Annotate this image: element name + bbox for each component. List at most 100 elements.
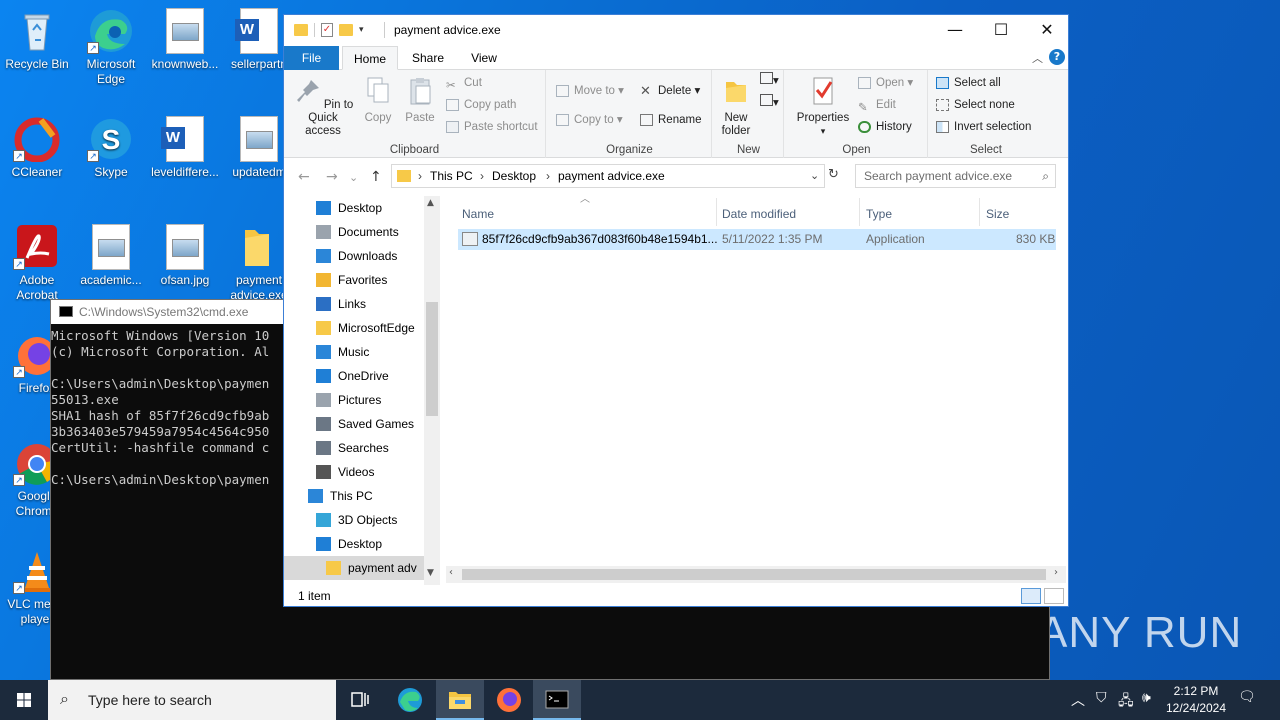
nav-item[interactable]: Favorites (284, 268, 424, 292)
new-folder-quick-icon[interactable] (339, 24, 353, 36)
copy-to-button[interactable]: Copy to ▾ (556, 111, 623, 129)
properties-button[interactable]: Properties ▾ (794, 76, 852, 138)
breadcrumb-payment-advice[interactable]: payment advice.exe (558, 165, 665, 187)
nav-item[interactable]: Links (284, 292, 424, 316)
nav-item[interactable]: Saved Games (284, 412, 424, 436)
details-view-icon[interactable] (1021, 588, 1041, 604)
properties-quick-icon[interactable]: ✓ (321, 23, 333, 37)
copy-path-button[interactable]: Copy path (446, 96, 516, 114)
taskbar-file-explorer-button[interactable] (436, 680, 484, 720)
new-item-button[interactable]: ▾ (760, 72, 779, 90)
recent-locations-icon[interactable]: ⌄ (349, 171, 358, 184)
help-icon[interactable]: ? (1049, 49, 1065, 65)
address-dropdown-icon[interactable]: ⌄ (810, 165, 819, 187)
desktop-icon-recycle-bin[interactable]: Recycle Bin (0, 8, 74, 72)
taskbar-edge-button[interactable] (386, 680, 434, 720)
edit-button[interactable]: ✎ Edit (858, 96, 896, 114)
notifications-icon[interactable]: 🗨 (1238, 689, 1256, 705)
horizontal-scrollbar[interactable]: ‹ › (446, 566, 1066, 583)
scroll-down-icon[interactable]: ▼ (427, 568, 434, 578)
desktop-icon-knownweb[interactable]: knownweb... (148, 8, 222, 72)
move-to-button[interactable]: Move to ▾ (556, 82, 624, 100)
address-bar[interactable]: › This PC › Desktop › payment advice.exe… (391, 164, 825, 188)
up-arrow-icon[interactable]: ↑ (370, 169, 382, 185)
nav-item[interactable]: payment adv (284, 556, 424, 580)
delete-button[interactable]: ✕ Delete ▾ (640, 82, 700, 100)
desktop-icon-adobe-acrobat[interactable]: ↗ Adobe Acrobat (0, 224, 74, 303)
nav-item[interactable]: Documents (284, 220, 424, 244)
desktop-icon-edge[interactable]: ↗ Microsoft Edge (74, 8, 148, 87)
horizontal-scrollbar-thumb[interactable] (462, 569, 1046, 580)
new-folder-button[interactable]: New folder (720, 76, 752, 138)
column-header-name[interactable]: Name (462, 202, 494, 226)
file-list[interactable]: ︿ Name Date modified Type Size 85f7f26cd… (454, 194, 1064, 585)
nav-item[interactable]: Pictures (284, 388, 424, 412)
breadcrumb-this-pc[interactable]: This PC (430, 165, 473, 187)
network-icon[interactable]: 🖧 (1118, 690, 1134, 714)
nav-item[interactable]: Desktop (284, 532, 424, 556)
file-explorer-window[interactable]: ✓ ▾ payment advice.exe — ☐ ✕ File Home S… (283, 14, 1069, 607)
paste-shortcut-button[interactable]: Paste shortcut (446, 118, 538, 136)
rename-button[interactable]: Rename (640, 111, 701, 129)
desktop-icon-leveldiffere[interactable]: W leveldiffere... (148, 116, 222, 180)
desktop-icon-skype[interactable]: S ↗ Skype (74, 116, 148, 180)
taskbar-search-input[interactable]: ⌕ Type here to search (48, 680, 336, 720)
copy-button[interactable]: Copy (360, 76, 396, 125)
customize-toolbar-icon[interactable]: ▾ (359, 25, 364, 35)
paste-button[interactable]: Paste (402, 76, 438, 125)
start-button[interactable] (0, 680, 48, 720)
column-header-type[interactable]: Type (866, 202, 892, 226)
select-none-button[interactable]: Select none (936, 96, 1015, 114)
desktop-icon-academic[interactable]: academic... (74, 224, 148, 288)
column-header-size[interactable]: Size (986, 202, 1009, 226)
nav-scrollbar-thumb[interactable] (426, 302, 438, 416)
maximize-button[interactable]: ☐ (978, 15, 1024, 45)
back-arrow-icon[interactable]: ← (298, 169, 310, 185)
refresh-icon[interactable]: ↻ (828, 167, 839, 182)
desktop-icon-ccleaner[interactable]: ↗ CCleaner (0, 116, 74, 180)
open-button[interactable]: Open ▾ (858, 74, 913, 92)
pin-to-quick-access-button[interactable]: Pin to Quick access (290, 76, 356, 138)
volume-icon[interactable]: 🕪 (1142, 690, 1151, 706)
desktop-icon-ofsan[interactable]: ofsan.jpg (148, 224, 222, 288)
nav-item[interactable]: Downloads (284, 244, 424, 268)
taskbar-cmd-button[interactable] (533, 680, 581, 720)
nav-item[interactable]: Music (284, 340, 424, 364)
table-row[interactable]: 85f7f26cd9cfb9ab367d083f60b48e1594b1... … (458, 229, 1056, 250)
scroll-left-icon[interactable]: ‹ (449, 567, 453, 578)
close-button[interactable]: ✕ (1024, 15, 1070, 45)
tab-home[interactable]: Home (342, 46, 398, 70)
column-header-date-modified[interactable]: Date modified (722, 202, 796, 226)
easy-access-button[interactable]: ▾ (760, 94, 779, 112)
taskbar-firefox-button[interactable] (485, 680, 533, 720)
clock[interactable]: 2:12 PM 12/24/2024 (1160, 683, 1232, 717)
minimize-button[interactable]: — (932, 15, 978, 45)
scroll-up-icon[interactable]: ▲ (427, 198, 434, 208)
forward-arrow-icon[interactable]: → (326, 169, 338, 185)
nav-scrollbar[interactable]: ▲ ▼ (424, 196, 440, 585)
collapse-ribbon-icon[interactable]: ︿ (1032, 50, 1043, 66)
breadcrumb-desktop[interactable]: Desktop (492, 165, 536, 187)
nav-item[interactable]: This PC (284, 484, 424, 508)
nav-item[interactable]: MicrosoftEdge (284, 316, 424, 340)
cut-button[interactable]: ✂ Cut (446, 74, 482, 92)
tab-view[interactable]: View (462, 46, 506, 70)
tab-file[interactable]: File (284, 46, 339, 70)
explorer-titlebar[interactable]: ✓ ▾ payment advice.exe — ☐ ✕ (284, 15, 1068, 46)
nav-item[interactable]: Videos (284, 460, 424, 484)
nav-item[interactable]: 3D Objects (284, 508, 424, 532)
nav-item[interactable]: Searches (284, 436, 424, 460)
nav-item[interactable]: Desktop (284, 196, 424, 220)
select-all-button[interactable]: Select all (936, 74, 1001, 92)
task-view-button[interactable] (336, 680, 384, 720)
tab-share[interactable]: Share (406, 46, 450, 70)
search-input[interactable]: Search payment advice.exe ⌕ (855, 164, 1056, 188)
navigation-pane[interactable]: Desktop Documents Downloads Favorites Links M… (284, 196, 442, 585)
show-hidden-icons-icon[interactable]: ︿ (1071, 690, 1085, 710)
large-icons-view-icon[interactable] (1044, 588, 1064, 604)
history-button[interactable]: History (858, 118, 912, 136)
nav-item[interactable]: OneDrive (284, 364, 424, 388)
network-security-icon[interactable]: ⛉ (1096, 690, 1107, 706)
invert-selection-button[interactable]: Invert selection (936, 118, 1031, 136)
scroll-right-icon[interactable]: › (1054, 567, 1058, 578)
